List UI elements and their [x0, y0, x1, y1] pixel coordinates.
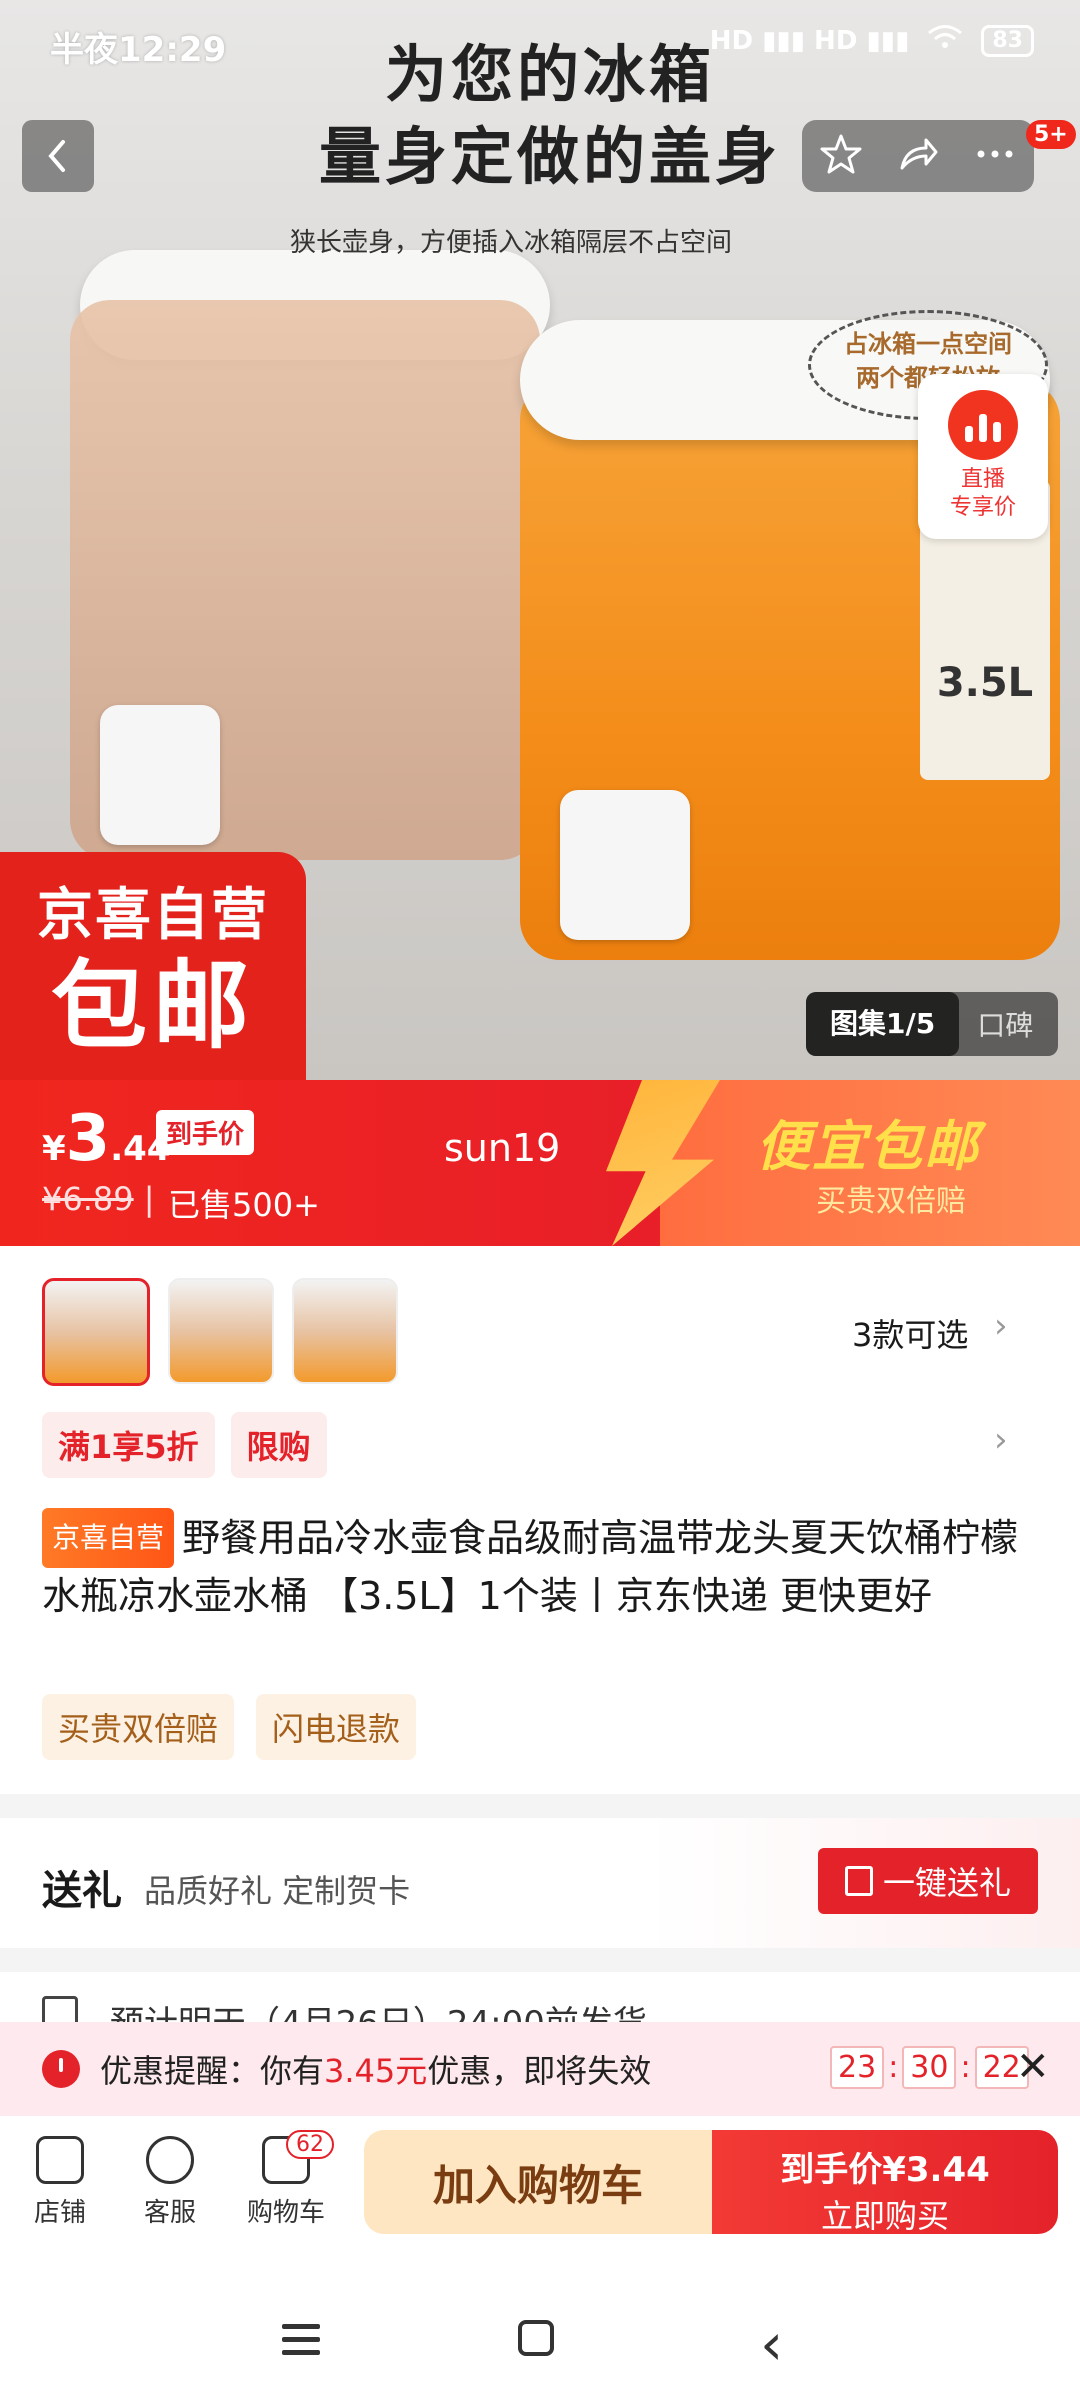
- chevron-left-icon: [48, 140, 65, 172]
- product-title: 京喜自营 野餐用品冷水壶食品级耐高温带龙头夏天饮桶柠檬水瓶凉水壶水桶 【3.5L】…: [42, 1508, 1042, 1624]
- service-tags: 买贵双倍赔 闪电退款: [42, 1694, 417, 1760]
- store-label: 店铺: [33, 2198, 86, 2228]
- gallery-switch[interactable]: 图集1/5 口碑: [806, 992, 1058, 1056]
- original-price: ¥6.89 |: [42, 1180, 155, 1218]
- battery-icon: 83: [981, 24, 1034, 57]
- hero-subline: 狭长壶身，方便插入冰箱隔层不占空间: [290, 228, 733, 258]
- live-label: 直播: [960, 467, 1005, 492]
- customer-service-icon: [146, 2136, 194, 2184]
- reminder-text: 优惠提醒：你有3.45元优惠，即将失效: [100, 2052, 652, 2090]
- message-badge: 5+: [1026, 120, 1076, 149]
- status-icons: HD ▮▮▮ HD ▮▮▮ 83: [710, 24, 1034, 57]
- star-icon[interactable]: [819, 132, 863, 180]
- variant-thumb[interactable]: [168, 1278, 274, 1384]
- gift-section: 送礼 品质好礼 定制贺卡 一键送礼: [0, 1818, 1080, 1948]
- promo-tag: 京喜自营 包邮: [0, 852, 306, 1080]
- variant-count[interactable]: 3款可选: [852, 1310, 968, 1356]
- gallery-tab[interactable]: 图集1/5: [806, 992, 960, 1056]
- gift-button[interactable]: 一键送礼: [818, 1848, 1038, 1914]
- buy-now-label: 立即购买: [820, 2197, 949, 2235]
- store-icon: [36, 2136, 84, 2184]
- promo-line2: 包邮: [51, 950, 255, 1062]
- chevron-right-icon[interactable]: ›: [994, 1420, 1008, 1460]
- chevron-right-icon[interactable]: ›: [994, 1306, 1008, 1346]
- tap-left: [100, 705, 220, 845]
- divider: [0, 1794, 1080, 1818]
- gift-title: 送礼: [42, 1868, 122, 1914]
- close-icon[interactable]: ✕: [1016, 2044, 1050, 2090]
- share-icon[interactable]: [896, 132, 940, 180]
- service-tab[interactable]: 客服: [122, 2136, 218, 2229]
- store-tab[interactable]: 店铺: [12, 2136, 108, 2229]
- variant-thumb[interactable]: [292, 1278, 398, 1384]
- variant-thumb[interactable]: [42, 1278, 150, 1386]
- wifi-icon: [927, 24, 963, 57]
- add-to-cart-button[interactable]: 加入购物车: [364, 2130, 712, 2234]
- back-icon[interactable]: ‹: [760, 2310, 783, 2378]
- system-nav-bar: ‹: [0, 2250, 1080, 2400]
- promo-line1: 京喜自营: [37, 883, 269, 948]
- limit-tag[interactable]: 限购: [230, 1412, 327, 1478]
- tap-right: [560, 790, 690, 940]
- bottom-action-bar: 店铺 客服 购物车 62 加入购物车 到手价¥3.44 立即购买: [0, 2116, 1080, 2250]
- service-label: 客服: [143, 2198, 196, 2228]
- store-badge: 京喜自营: [42, 1508, 175, 1568]
- buy-price-label: 到手价¥3.44: [780, 2150, 990, 2190]
- divider: [0, 1948, 1080, 1972]
- service-tag[interactable]: 闪电退款: [256, 1694, 417, 1760]
- gift-icon: [844, 1866, 873, 1896]
- product-title-text: 野餐用品冷水壶食品级耐高温带龙头夏天饮桶柠檬水瓶凉水壶水桶 【3.5L】1个装丨…: [42, 1516, 1019, 1618]
- promo-subtitle: 买贵双倍赔: [816, 1184, 966, 1219]
- sold-count: 已售500+: [168, 1186, 320, 1224]
- buy-now-button[interactable]: 到手价¥3.44 立即购买: [712, 2130, 1058, 2235]
- reviews-tab[interactable]: 口碑: [959, 1004, 1051, 1044]
- promo-title: 便宜包邮: [756, 1115, 980, 1178]
- live-sub-label: 专享价: [949, 495, 1016, 520]
- countdown-timer: 23:30:22: [830, 2046, 1029, 2089]
- discount-tag[interactable]: 满1享5折: [42, 1412, 215, 1478]
- clock-icon: [42, 2050, 80, 2088]
- final-price: ¥3.44: [42, 1102, 171, 1176]
- product-image-carousel[interactable]: 3.5L 为您的冰箱 量身定做的盖身 狭长壶身，方便插入冰箱隔层不占空间 占冰箱…: [0, 0, 1080, 1080]
- status-time: 半夜12:29: [50, 30, 227, 70]
- live-price-button[interactable]: 直播 专享价: [918, 374, 1048, 539]
- more-icon[interactable]: [973, 132, 1017, 180]
- live-icon: [948, 390, 1018, 460]
- timer-minutes: 30: [902, 2046, 957, 2089]
- variant-thumbnails: [42, 1278, 398, 1386]
- menu-icon[interactable]: [282, 2324, 320, 2363]
- signal-icon: HD ▮▮▮ HD ▮▮▮: [709, 25, 910, 56]
- final-price-tag: 到手价: [156, 1110, 255, 1155]
- service-tag[interactable]: 买贵双倍赔: [42, 1694, 235, 1760]
- price-banner: ¥3.44 到手价 ¥6.89 | 已售500+ sun19 便宜包邮 买贵双倍…: [0, 1080, 1080, 1246]
- gift-button-label: 一键送礼: [882, 1864, 1011, 1902]
- promo-tags: 满1享5折 限购: [42, 1412, 327, 1478]
- cart-label: 购物车: [246, 2198, 325, 2228]
- timer-hours: 23: [830, 2046, 885, 2089]
- action-group: [802, 120, 1034, 192]
- cart-count-badge: 62: [286, 2130, 334, 2159]
- gift-subtitle: 品质好礼 定制贺卡: [144, 1872, 411, 1910]
- watermark: sun19: [444, 1126, 561, 1170]
- status-bar: 半夜12:29 HD ▮▮▮ HD ▮▮▮ 83: [0, 0, 1080, 90]
- back-button[interactable]: [22, 120, 94, 192]
- home-icon[interactable]: [518, 2320, 554, 2356]
